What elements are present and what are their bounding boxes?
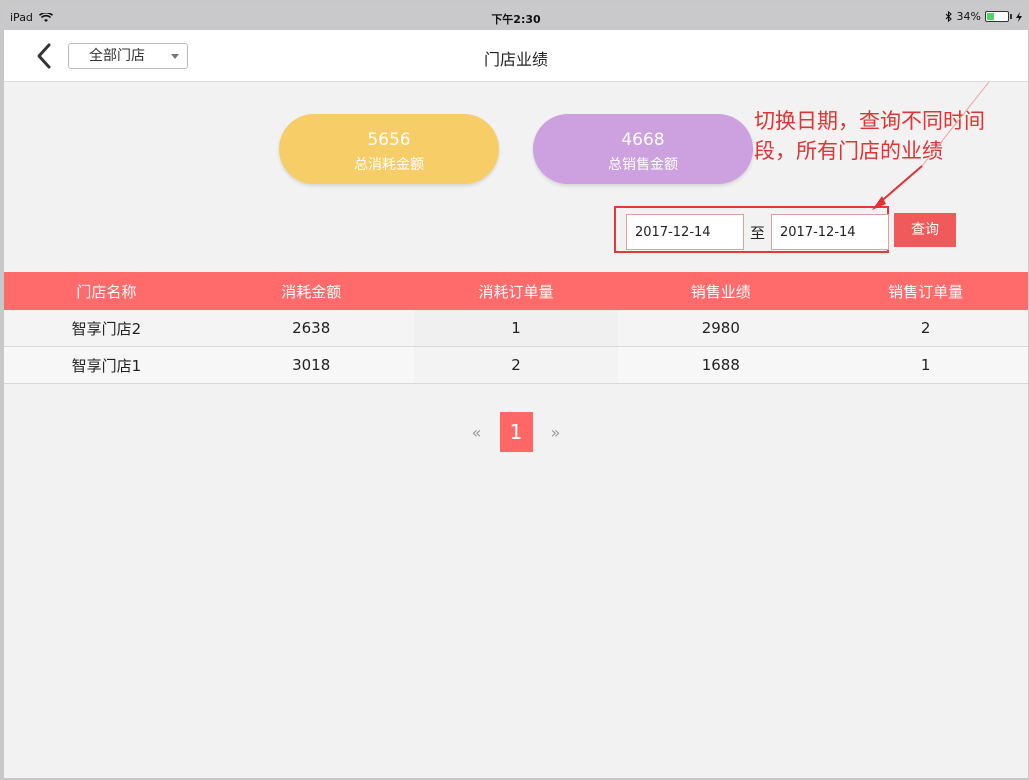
battery-icon <box>985 11 1009 22</box>
sales-total: 4668 <box>621 130 665 150</box>
cell-store-name: 智享门店2 <box>71 319 142 338</box>
charging-icon <box>1016 11 1022 22</box>
date-filter-box: 至 <box>614 206 889 253</box>
header-consumption-orders: 消耗订单量 <box>478 282 554 301</box>
next-page-button[interactable]: » <box>543 423 569 442</box>
pagination: « 1 » <box>4 412 1028 452</box>
status-right: 34% <box>945 10 1022 23</box>
sales-summary-card: 4668 总销售金额 <box>533 114 753 184</box>
app-frame: iPad 下午2:30 34% 全部门店 门店业绩 5656 总消耗金额 466… <box>4 4 1028 778</box>
prev-page-button[interactable]: « <box>464 423 490 442</box>
table-row[interactable]: 智享门店1 3018 2 1688 1 <box>4 347 1028 384</box>
battery-tip <box>1010 14 1012 19</box>
nav-bar: 全部门店 门店业绩 <box>4 30 1028 82</box>
page-title: 门店业绩 <box>483 50 548 69</box>
sales-label: 总销售金额 <box>608 157 678 173</box>
cell-consumption-amount: 2638 <box>292 319 331 337</box>
date-to-input[interactable] <box>771 214 889 250</box>
performance-table: 门店名称 消耗金额 消耗订单量 销售业绩 销售订单量 智享门店2 2638 1 … <box>4 272 1028 384</box>
current-page-button[interactable]: 1 <box>499 412 533 452</box>
status-time: 下午2:30 <box>491 13 541 26</box>
date-from-input[interactable] <box>626 214 744 250</box>
consumption-label: 总消耗金额 <box>354 157 424 173</box>
annotation-text: 切换日期，查询不同时间段，所有门店的业绩 <box>754 109 985 163</box>
cell-store-name: 智享门店1 <box>71 356 142 375</box>
query-button[interactable]: 查询 <box>894 213 956 247</box>
bluetooth-icon <box>945 11 952 22</box>
consumption-total: 5656 <box>367 130 411 150</box>
header-sales-orders: 销售订单量 <box>888 282 964 301</box>
status-bar: iPad 下午2:30 34% <box>4 4 1028 30</box>
battery-level <box>987 13 994 20</box>
cell-sales-performance: 1688 <box>701 356 740 374</box>
table-row[interactable]: 智享门店2 2638 1 2980 2 <box>4 310 1028 347</box>
header-consumption-amount: 消耗金额 <box>281 282 342 301</box>
header-store-name: 门店名称 <box>76 282 137 301</box>
battery-percent: 34% <box>956 10 981 23</box>
cell-consumption-amount: 3018 <box>292 356 331 374</box>
cell-consumption-orders: 1 <box>511 319 521 337</box>
consumption-summary-card: 5656 总消耗金额 <box>279 114 499 184</box>
cell-consumption-orders: 2 <box>511 356 521 374</box>
header-sales-performance: 销售业绩 <box>690 282 751 301</box>
cell-sales-orders: 1 <box>920 356 931 374</box>
date-separator: 至 <box>750 224 766 242</box>
cell-sales-orders: 2 <box>920 319 931 337</box>
table-header: 门店名称 消耗金额 消耗订单量 销售业绩 销售订单量 <box>4 272 1028 310</box>
cell-sales-performance: 2980 <box>701 319 740 337</box>
